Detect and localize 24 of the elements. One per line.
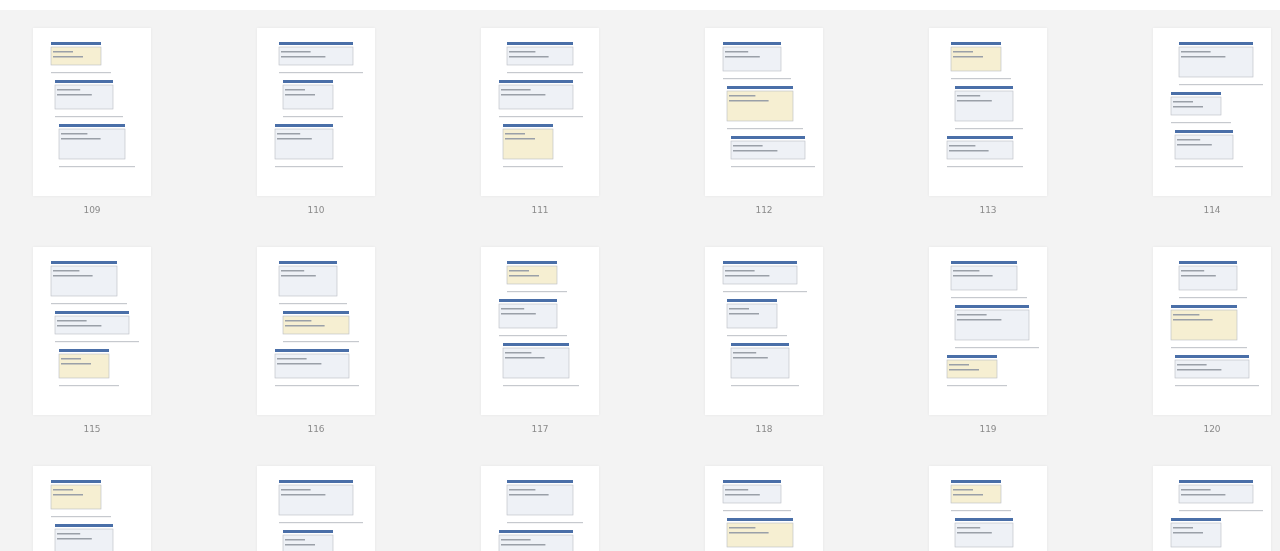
page-thumbnail[interactable]: [705, 247, 823, 415]
page-number: 110: [307, 205, 325, 215]
page-number: 114: [1203, 205, 1221, 215]
page-thumbnail[interactable]: [705, 28, 823, 196]
page-number: 120: [1203, 424, 1221, 434]
page-thumbnail[interactable]: [33, 247, 151, 415]
page-number: 119: [979, 424, 997, 434]
page-thumbnail[interactable]: [33, 28, 151, 196]
page-thumbnail[interactable]: [257, 247, 375, 415]
page-number: 117: [531, 424, 549, 434]
page-number: 118: [755, 424, 773, 434]
page-number: 115: [83, 424, 101, 434]
page-thumbnail[interactable]: [1153, 28, 1271, 196]
page-number: 116: [307, 424, 325, 434]
page-number: 109: [83, 205, 101, 215]
page-thumbnail[interactable]: [481, 247, 599, 415]
page-thumbnail[interactable]: [929, 247, 1047, 415]
page-number: 111: [531, 205, 549, 215]
page-thumbnail[interactable]: [257, 28, 375, 196]
page-number: 113: [979, 205, 997, 215]
page-number: 112: [755, 205, 773, 215]
page-thumbnail[interactable]: [481, 28, 599, 196]
page-thumbnail[interactable]: [929, 28, 1047, 196]
page-thumbnail[interactable]: [1153, 247, 1271, 415]
